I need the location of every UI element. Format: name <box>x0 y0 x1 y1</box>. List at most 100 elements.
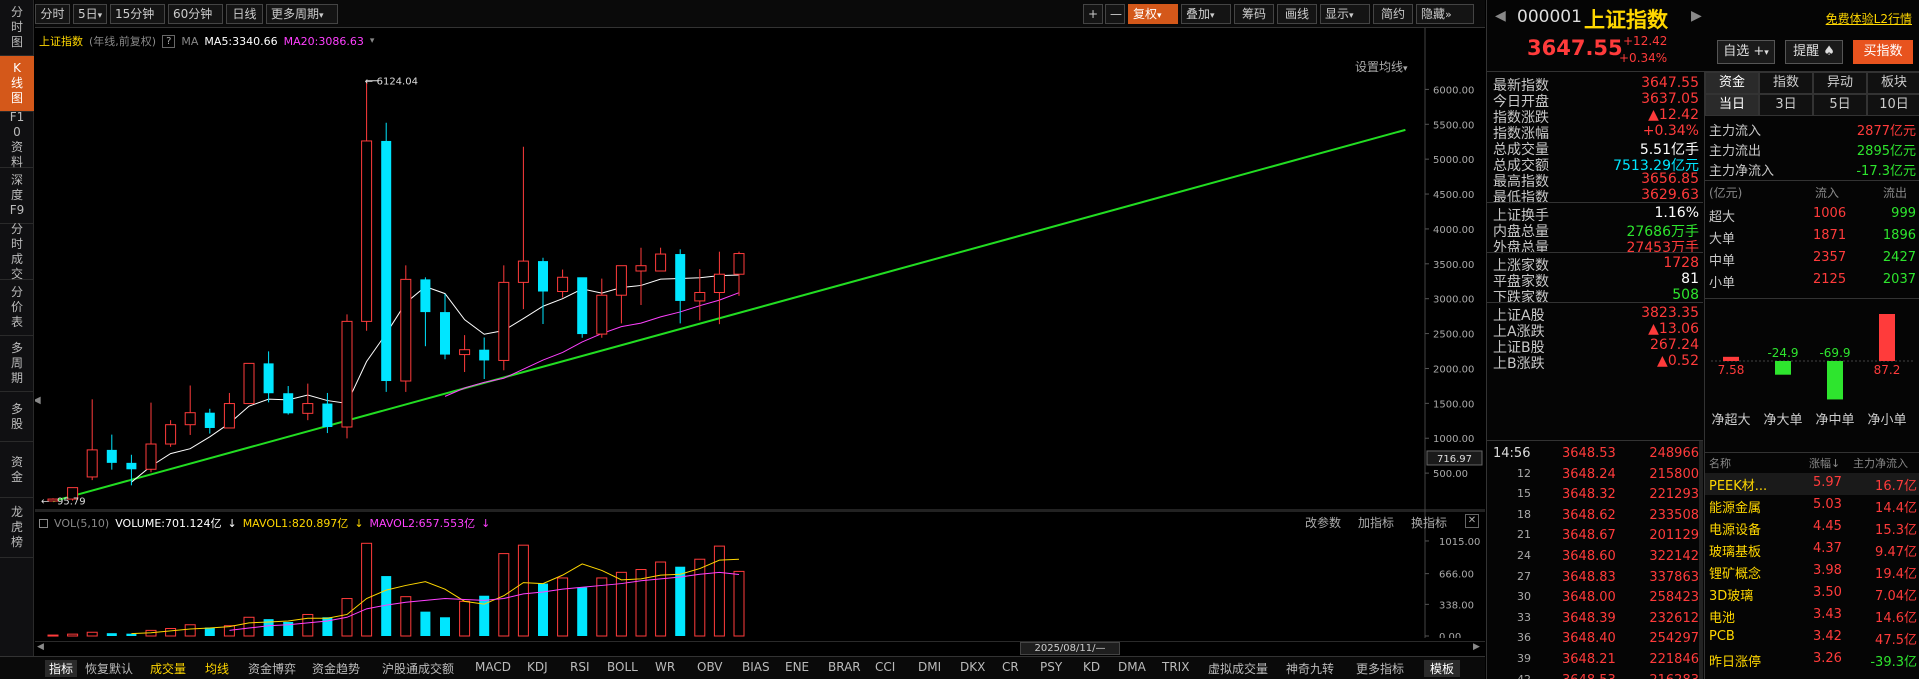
help-icon[interactable]: ? <box>162 34 176 48</box>
indicator-tab-9[interactable]: RSI <box>570 660 590 674</box>
edit-params-button[interactable]: 改参数 <box>1305 514 1341 531</box>
buy-index-button[interactable]: 买指数 <box>1853 40 1913 64</box>
indicator-tab-0[interactable]: 指标 <box>45 660 78 677</box>
leftnav-item-1[interactable]: K线图 <box>0 56 34 112</box>
add-watchlist-button[interactable]: 自选 +▾ <box>1717 40 1775 64</box>
hide-button[interactable]: 隐藏» <box>1416 4 1474 24</box>
leftnav-item-2[interactable]: F10资料 <box>0 110 34 169</box>
indicator-tab-16[interactable]: CCI <box>875 660 895 674</box>
flow-tab-2[interactable]: 异动 <box>1813 72 1867 94</box>
leftnav-item-5[interactable]: 分价表 <box>0 280 34 336</box>
sector-row[interactable]: 锂矿概念 3.98 19.4亿 <box>1705 561 1919 583</box>
indicator-tab-12[interactable]: OBV <box>697 660 723 674</box>
switch-indicator-button[interactable]: 换指标 <box>1411 514 1447 531</box>
bell-icon: ♠ <box>1819 44 1835 59</box>
chips-button[interactable]: 筹码 <box>1234 4 1274 24</box>
candle-body <box>204 412 215 428</box>
indicator-tab-24[interactable]: 虚拟成交量 <box>1208 660 1268 677</box>
indicator-tab-4[interactable]: 资金博弈 <box>248 660 296 677</box>
indicator-tab-1[interactable]: 恢复默认 <box>85 660 133 677</box>
sector-row[interactable]: PEEK材... 5.97 16.7亿 <box>1705 473 1919 495</box>
sector-row[interactable]: 玻璃基板 4.37 9.47亿 <box>1705 539 1919 561</box>
indicator-tab-15[interactable]: BRAR <box>828 660 861 674</box>
indicator-tab-2[interactable]: 成交量 <box>150 660 186 677</box>
indicator-tab-23[interactable]: TRIX <box>1162 660 1189 674</box>
period-60min[interactable]: 60分钟 <box>168 4 223 24</box>
leftnav-item-7[interactable]: 多股 <box>0 392 34 442</box>
date-scroll-bar[interactable]: ◀ 2025/08/11/— ▶ <box>35 641 1485 655</box>
flow-tab-1[interactable]: 指数 <box>1759 72 1813 94</box>
kline-chart[interactable]: 6000.00 5500.00 5000.00 4500.00 4000.00 3500.… <box>35 28 1485 511</box>
adjust-button[interactable]: 复权▾ <box>1128 4 1178 24</box>
close-icon[interactable]: ✕ <box>1465 514 1479 528</box>
draw-line-button[interactable]: 画线 <box>1277 4 1317 24</box>
indicator-tab-22[interactable]: DMA <box>1118 660 1146 674</box>
stock-code: 000001 <box>1517 7 1582 27</box>
display-button[interactable]: 显示▾ <box>1320 4 1370 24</box>
indicator-tab-26[interactable]: 更多指标 <box>1356 660 1404 677</box>
flow-subtab-2[interactable]: 5日 <box>1813 94 1867 116</box>
indicator-tab-7[interactable]: MACD <box>475 660 511 674</box>
zoom-in-button[interactable]: + <box>1083 4 1103 24</box>
indicator-tab-17[interactable]: DMI <box>918 660 941 674</box>
sector-flow: 9.47亿 <box>1875 545 1917 560</box>
chevron-down-icon: ▾ <box>1349 11 1354 21</box>
free-l2-link[interactable]: 免费体验L2行情 <box>1826 10 1912 27</box>
simple-button[interactable]: 简约 <box>1373 4 1413 24</box>
candle-body <box>400 278 412 382</box>
alert-button[interactable]: 提醒 ♠ <box>1785 40 1843 64</box>
indicator-tab-21[interactable]: KD <box>1083 660 1100 674</box>
indicator-tab-14[interactable]: ENE <box>785 660 809 674</box>
sector-row[interactable]: 昨日涨停 3.26 -39.3亿 <box>1705 649 1919 671</box>
period-5day[interactable]: 5日▾ <box>73 4 107 24</box>
flow-tab-0[interactable]: 资金 <box>1705 72 1759 94</box>
indicator-tab-13[interactable]: BIAS <box>742 660 770 674</box>
indicator-tab-11[interactable]: WR <box>655 660 675 674</box>
sector-row[interactable]: 3D玻璃 3.50 7.04亿 <box>1705 583 1919 605</box>
flow-subtab-1[interactable]: 3日 <box>1759 94 1813 116</box>
flow-subtab-3[interactable]: 10日 <box>1867 94 1919 116</box>
indicator-tab-20[interactable]: PSY <box>1040 660 1062 674</box>
leftnav-item-9[interactable]: 龙虎榜 <box>0 498 34 558</box>
indicator-tab-8[interactable]: KDJ <box>527 660 548 674</box>
chevron-right-icon[interactable]: ▶ <box>1691 8 1702 24</box>
period-daily[interactable]: 日线 <box>226 4 263 24</box>
indicator-tab-27[interactable]: 模板 <box>1424 660 1461 677</box>
zoom-out-button[interactable]: — <box>1105 4 1125 24</box>
indicator-tab-6[interactable]: 沪股通成交额 <box>382 660 454 677</box>
indicator-tab-25[interactable]: 神奇九转 <box>1286 660 1334 677</box>
indicator-tab-10[interactable]: BOLL <box>607 660 638 674</box>
period-fenshi[interactable]: 分时 <box>35 4 70 24</box>
sector-row[interactable]: PCB 3.42 47.5亿 <box>1705 627 1919 649</box>
indicator-tab-3[interactable]: 均线 <box>205 660 229 677</box>
flow-bar-0 <box>1723 356 1739 361</box>
period-15min[interactable]: 15分钟 <box>110 4 165 24</box>
leftnav-item-4[interactable]: 分时成交 <box>0 222 34 281</box>
add-indicator-button[interactable]: 加指标 <box>1358 514 1394 531</box>
flow-tab-3[interactable]: 板块 <box>1867 72 1919 94</box>
leftnav-item-0[interactable]: 分时图 <box>0 0 34 56</box>
chevron-left-icon[interactable]: ◀ <box>37 642 44 652</box>
period-more[interactable]: 更多周期▾ <box>266 4 338 24</box>
overlay-button[interactable]: 叠加▾ <box>1181 4 1231 24</box>
indicator-tab-19[interactable]: CR <box>1002 660 1019 674</box>
scrollbar[interactable] <box>1699 441 1703 679</box>
sector-name: 电源设备 <box>1709 523 1762 538</box>
chevron-left-icon[interactable]: ◀ <box>1495 8 1506 24</box>
chevron-down-icon[interactable]: ▾ <box>370 36 375 46</box>
chevron-right-icon[interactable]: ▶ <box>1473 642 1480 652</box>
leftnav-item-3[interactable]: 深度F9 <box>0 168 34 224</box>
candle-body <box>713 273 725 293</box>
leftnav-item-6[interactable]: 多周期 <box>0 336 34 392</box>
sector-row[interactable]: 电池 3.43 14.6亿 <box>1705 605 1919 627</box>
sector-row[interactable]: 电源设备 4.45 15.3亿 <box>1705 517 1919 539</box>
flow-subtab-0[interactable]: 当日 <box>1705 94 1759 116</box>
leftnav-item-8[interactable]: 资金 <box>0 442 34 498</box>
ma-settings-button[interactable]: 设置均线▾ <box>1355 58 1408 75</box>
sector-col-header[interactable]: 涨幅↓ <box>1809 455 1840 471</box>
indicator-tab-5[interactable]: 资金趋势 <box>312 660 360 677</box>
sector-row[interactable]: 能源金属 5.03 14.4亿 <box>1705 495 1919 517</box>
volume-chart[interactable]: 1015.00 666.00 338.00 0.00 VOL(5,10) VOLUME… <box>35 511 1485 638</box>
indicator-tab-18[interactable]: DKX <box>960 660 985 674</box>
candle-body <box>263 363 274 394</box>
